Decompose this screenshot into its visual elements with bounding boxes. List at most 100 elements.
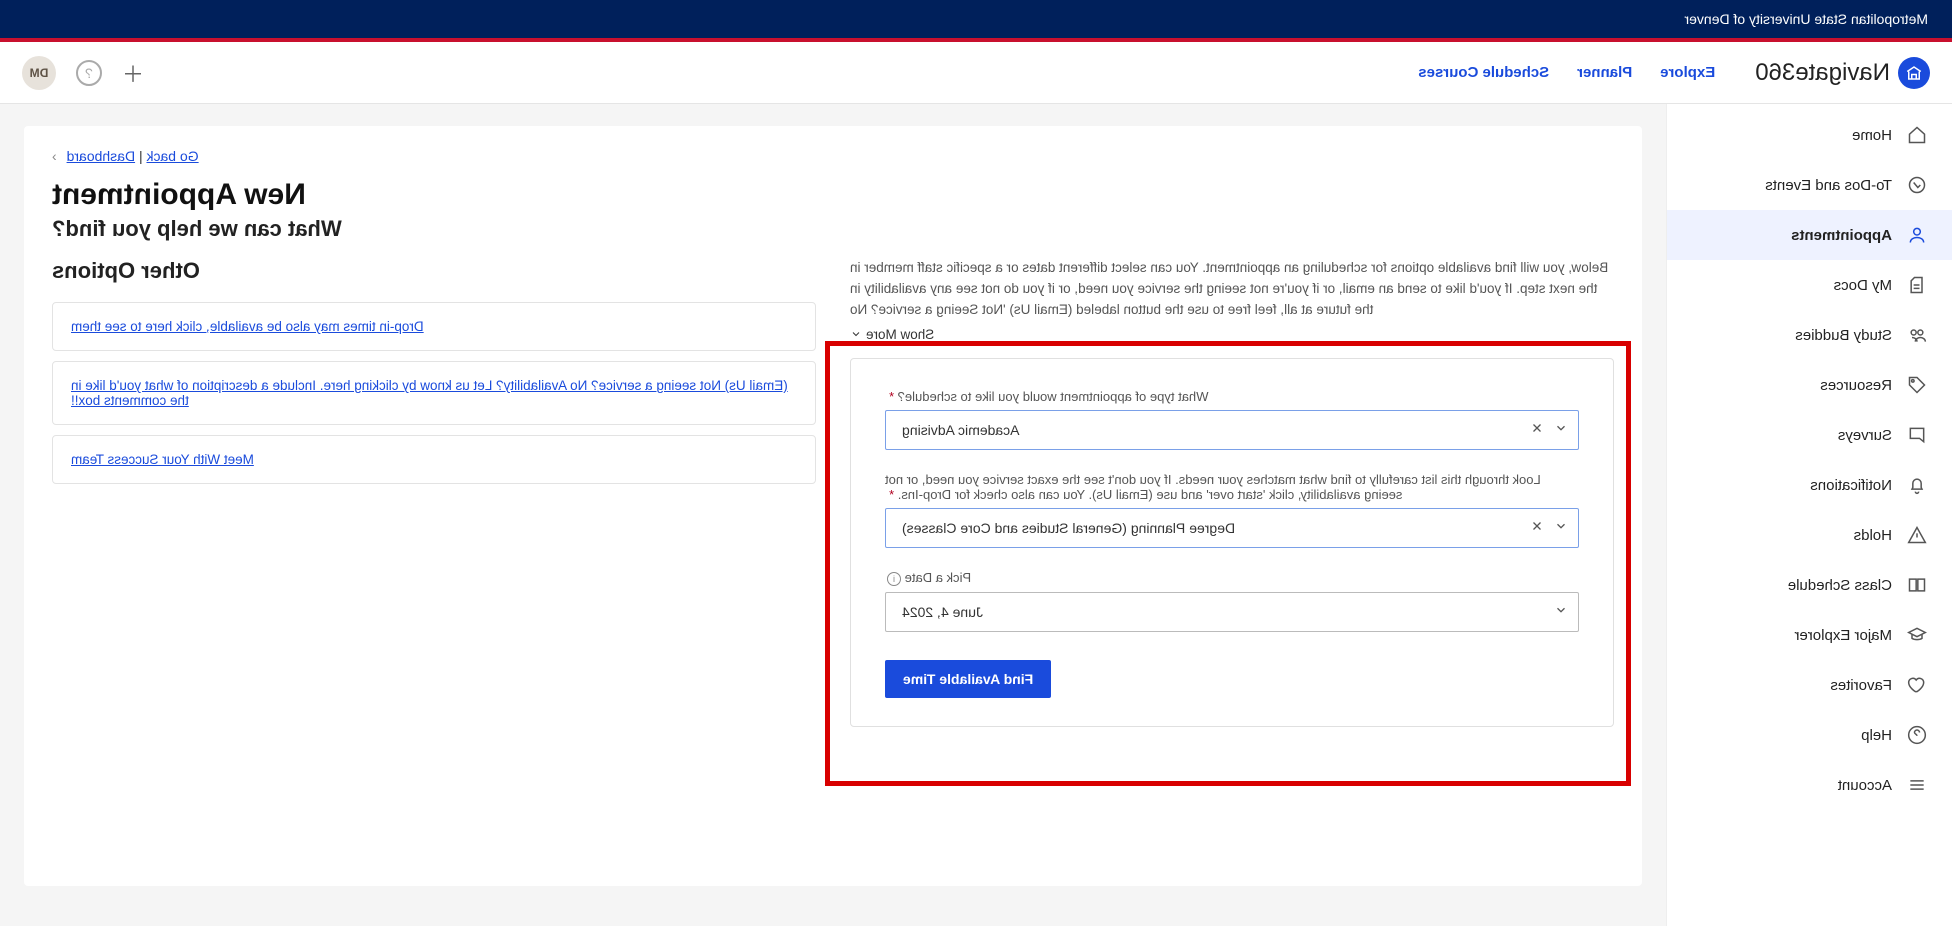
sidebar-item-surveys[interactable]: Surveys (1667, 410, 1952, 460)
sidebar-item-class-schedule[interactable]: Class Schedule (1667, 560, 1952, 610)
option-link[interactable]: Meet With Your Success Team (71, 452, 254, 467)
field-label: Look through this list carefully to find… (885, 472, 1579, 502)
chevron-down-icon (1554, 603, 1568, 620)
chevron-down-icon (1554, 519, 1568, 536)
select-date[interactable]: June 4, 2024 (885, 592, 1579, 632)
sidebar-item-holds[interactable]: Holds (1667, 510, 1952, 560)
label-text: Pick a Date (905, 570, 971, 585)
question-icon (1906, 724, 1928, 746)
sidebar-item-label: Resources (1820, 377, 1892, 394)
info-icon[interactable]: i (887, 572, 901, 586)
field-service: Look through this list carefully to find… (885, 472, 1579, 548)
top-nav: Navigate360 Explore Planner Schedule Cou… (0, 42, 1952, 104)
sidebar-item-label: Favorites (1830, 677, 1892, 694)
field-label: Pick a Date i (885, 570, 1579, 586)
page-title: New Appointment (52, 178, 1614, 212)
person-icon (1906, 224, 1928, 246)
option-link[interactable]: Drop-in times may also be available, cli… (71, 319, 424, 334)
product-name: Navigate360 (1755, 59, 1890, 87)
select-value: Degree Planning (General Studies and Cor… (896, 520, 1520, 536)
card: Go back | Dashboard › New Appointment Wh… (24, 126, 1642, 886)
cap-icon (1906, 624, 1928, 646)
main: Go back | Dashboard › New Appointment Wh… (0, 104, 1666, 926)
nav-explore[interactable]: Explore (1660, 64, 1715, 81)
breadcrumb-sep: | (139, 148, 143, 164)
tag-icon (1906, 374, 1928, 396)
warn-icon (1906, 524, 1928, 546)
select-value: June 4, 2024 (896, 604, 1544, 620)
sidebar-item-account[interactable]: Account (1667, 760, 1952, 810)
option-dropin[interactable]: Drop-in times may also be available, cli… (52, 302, 816, 351)
building-icon (1898, 57, 1930, 89)
breadcrumb: Go back | Dashboard › (52, 148, 1614, 164)
sidebar-item-notifications[interactable]: Notifications (1667, 460, 1952, 510)
sidebar-item-appointments[interactable]: Appointments (1667, 210, 1952, 260)
select-value: Academic Advising (896, 422, 1520, 438)
top-links: Explore Planner Schedule Courses (1418, 64, 1715, 81)
field-appointment-type: What type of appointment would you like … (885, 389, 1579, 450)
sidebar: Home To-Dos and Events Appointments My D… (1666, 104, 1952, 926)
home-icon (1906, 124, 1928, 146)
option-email-us[interactable]: (Email Us) Not seeing a service? No Avai… (52, 361, 816, 425)
sidebar-item-label: Notifications (1810, 477, 1892, 494)
nav-schedule-courses[interactable]: Schedule Courses (1418, 64, 1549, 81)
page-description: Below, you will find available options f… (850, 258, 1614, 321)
option-success-team[interactable]: Meet With Your Success Team (52, 435, 816, 484)
option-link[interactable]: (Email Us) Not seeing a service? No Avai… (71, 378, 788, 408)
chevron-right-icon: › (52, 148, 57, 164)
plus-icon[interactable]: ＋ (122, 57, 144, 89)
sidebar-item-label: Surveys (1838, 427, 1892, 444)
select-appointment-type[interactable]: Academic Advising (885, 410, 1579, 450)
show-more[interactable]: Show More (850, 327, 1614, 342)
required-asterisk: * (889, 487, 894, 502)
appointment-form: What type of appointment would you like … (850, 358, 1614, 727)
show-more-label: Show More (866, 327, 934, 342)
nav-planner[interactable]: Planner (1577, 64, 1632, 81)
sidebar-item-label: To-Dos and Events (1765, 177, 1892, 194)
sidebar-item-label: Holds (1854, 527, 1892, 544)
sidebar-item-todos[interactable]: To-Dos and Events (1667, 160, 1952, 210)
sidebar-item-favorites[interactable]: Favorites (1667, 660, 1952, 710)
sidebar-item-studybuddies[interactable]: Study Buddies (1667, 310, 1952, 360)
required-asterisk: * (889, 389, 894, 404)
sidebar-item-label: Major Explorer (1794, 627, 1892, 644)
sidebar-item-label: Help (1861, 727, 1892, 744)
chevron-down-icon (850, 328, 862, 340)
help-icon[interactable]: ? (76, 60, 102, 86)
breadcrumb-dashboard[interactable]: Dashboard (67, 148, 136, 164)
label-text: Look through this list carefully to find… (885, 472, 1541, 502)
brand-bar: Metropolitan State University of Denver (0, 0, 1952, 38)
sidebar-item-label: Account (1838, 777, 1892, 794)
sidebar-item-mydocs[interactable]: My Docs (1667, 260, 1952, 310)
heart-icon (1906, 674, 1928, 696)
sidebar-item-help[interactable]: Help (1667, 710, 1952, 760)
clear-icon[interactable] (1530, 421, 1544, 438)
people-icon (1906, 324, 1928, 346)
sidebar-item-label: Home (1852, 127, 1892, 144)
top-right: ＋ ? DM (22, 56, 144, 90)
doc-icon (1906, 274, 1928, 296)
burger-icon (1906, 774, 1928, 796)
clear-icon[interactable] (1530, 519, 1544, 536)
check-icon (1906, 174, 1928, 196)
chevron-down-icon (1554, 421, 1568, 438)
breadcrumb-go-back[interactable]: Go back (146, 148, 198, 164)
university-name: Metropolitan State University of Denver (1684, 11, 1928, 27)
label-text: What type of appointment would you like … (898, 389, 1209, 404)
other-options-title: Other Options (52, 258, 816, 284)
avatar[interactable]: DM (22, 56, 56, 90)
sidebar-item-resources[interactable]: Resources (1667, 360, 1952, 410)
chat-icon (1906, 424, 1928, 446)
sidebar-item-label: Appointments (1791, 227, 1892, 244)
sidebar-item-label: Study Buddies (1795, 327, 1892, 344)
field-date: Pick a Date i June 4, 2024 (885, 570, 1579, 632)
sidebar-item-label: Class Schedule (1788, 577, 1892, 594)
page-subtitle: What can we help you find? (52, 216, 1614, 242)
sidebar-item-home[interactable]: Home (1667, 110, 1952, 160)
select-service[interactable]: Degree Planning (General Studies and Cor… (885, 508, 1579, 548)
bell-icon (1906, 474, 1928, 496)
logo[interactable]: Navigate360 (1715, 57, 1930, 89)
find-available-time-button[interactable]: Find Available Time (885, 660, 1051, 698)
sidebar-item-major-explorer[interactable]: Major Explorer (1667, 610, 1952, 660)
sidebar-item-label: My Docs (1834, 277, 1892, 294)
